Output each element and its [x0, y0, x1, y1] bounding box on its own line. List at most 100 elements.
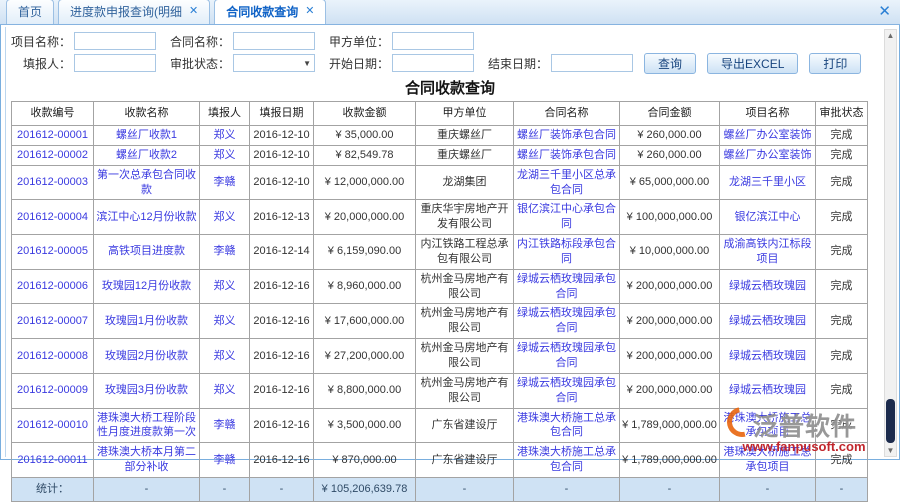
- cell-fill-date: 2016-12-10: [250, 165, 314, 200]
- cell-party-a: 杭州金马房地产有限公司: [416, 339, 514, 374]
- cell-receipt-amount: ¥ 12,000,000.00: [314, 165, 416, 200]
- export-excel-button[interactable]: 导出EXCEL: [707, 53, 798, 74]
- cell-filler[interactable]: 李赣: [200, 165, 250, 200]
- cell-filler[interactable]: 郑义: [200, 339, 250, 374]
- scroll-down-icon[interactable]: ▼: [885, 445, 896, 456]
- cell-contract-name[interactable]: 港珠澳大桥施工总承包合同: [514, 443, 620, 478]
- stats-cell-approval-status: -: [816, 477, 868, 501]
- cell-contract-name[interactable]: 港珠澳大桥施工总承包合同: [514, 408, 620, 443]
- end-date-label: 结束日期：: [488, 55, 548, 72]
- cell-contract-name[interactable]: 内江铁路标段承包合同: [514, 235, 620, 270]
- cell-receipt-name[interactable]: 第一次总承包合同收款: [94, 165, 200, 200]
- cell-contract-amount: ¥ 1,789,000,000.00: [620, 408, 720, 443]
- cell-project-name[interactable]: 绿城云栖玫瑰园: [720, 339, 816, 374]
- scrollbar-thumb[interactable]: [886, 399, 895, 443]
- approval-status-select[interactable]: ▼: [233, 54, 315, 72]
- cell-receipt-no[interactable]: 201612-00011: [12, 443, 94, 478]
- party-a-label: 甲方单位：: [329, 33, 389, 50]
- tab-close-icon[interactable]: ✕: [189, 6, 198, 17]
- cell-receipt-name[interactable]: 玫瑰园3月份收款: [94, 373, 200, 408]
- cell-filler[interactable]: 郑义: [200, 200, 250, 235]
- project-name-input[interactable]: [74, 32, 156, 50]
- cell-receipt-name[interactable]: 螺丝厂收款2: [94, 145, 200, 165]
- cell-receipt-name[interactable]: 螺丝厂收款1: [94, 126, 200, 146]
- cell-party-a: 广东省建设厅: [416, 443, 514, 478]
- cell-fill-date: 2016-12-10: [250, 145, 314, 165]
- cell-contract-name[interactable]: 绿城云栖玫瑰园承包合同: [514, 339, 620, 374]
- cell-approval-status: 完成: [816, 269, 868, 304]
- cell-contract-name[interactable]: 螺丝厂装饰承包合同: [514, 145, 620, 165]
- party-a-input[interactable]: [392, 32, 474, 50]
- table-row: 201612-00003第一次总承包合同收款李赣2016-12-10¥ 12,0…: [12, 165, 868, 200]
- cell-project-name[interactable]: 螺丝厂办公室装饰: [720, 126, 816, 146]
- cell-receipt-name[interactable]: 玫瑰园12月份收款: [94, 269, 200, 304]
- print-button[interactable]: 打印: [809, 53, 861, 74]
- cell-filler[interactable]: 郑义: [200, 304, 250, 339]
- close-icon[interactable]: ✕: [878, 4, 891, 19]
- cell-filler[interactable]: 李赣: [200, 235, 250, 270]
- tab-close-icon[interactable]: ✕: [305, 6, 314, 17]
- table-header-row: 收款编号收款名称填报人填报日期收款金额甲方单位合同名称合同金额项目名称审批状态: [12, 102, 868, 126]
- cell-project-name[interactable]: 龙湖三千里小区: [720, 165, 816, 200]
- cell-contract-amount: ¥ 260,000.00: [620, 126, 720, 146]
- cell-project-name[interactable]: 港珠澳大桥施工总承包项目: [720, 408, 816, 443]
- cell-party-a: 广东省建设厅: [416, 408, 514, 443]
- end-date-input[interactable]: [551, 54, 633, 72]
- vertical-scrollbar[interactable]: ▲ ▼: [884, 29, 897, 457]
- cell-fill-date: 2016-12-16: [250, 339, 314, 374]
- cell-filler[interactable]: 郑义: [200, 269, 250, 304]
- cell-project-name[interactable]: 银亿滨江中心: [720, 200, 816, 235]
- approval-status-label: 审批状态：: [170, 55, 230, 72]
- project-name-label: 项目名称：: [11, 33, 71, 50]
- cell-filler[interactable]: 李赣: [200, 408, 250, 443]
- cell-fill-date: 2016-12-13: [250, 200, 314, 235]
- cell-receipt-no[interactable]: 201612-00001: [12, 126, 94, 146]
- cell-receipt-no[interactable]: 201612-00009: [12, 373, 94, 408]
- cell-receipt-no[interactable]: 201612-00005: [12, 235, 94, 270]
- cell-filler[interactable]: 李赣: [200, 443, 250, 478]
- cell-receipt-name[interactable]: 港珠澳大桥本月第二部分补收: [94, 443, 200, 478]
- cell-project-name[interactable]: 绿城云栖玫瑰园: [720, 304, 816, 339]
- cell-receipt-no[interactable]: 201612-00007: [12, 304, 94, 339]
- cell-project-name[interactable]: 港珠澳大桥施工总承包项目: [720, 443, 816, 478]
- cell-receipt-name[interactable]: 港珠澳大桥工程阶段性月度进度款第一次: [94, 408, 200, 443]
- cell-receipt-no[interactable]: 201612-00010: [12, 408, 94, 443]
- scroll-up-icon[interactable]: ▲: [885, 30, 896, 41]
- cell-contract-name[interactable]: 螺丝厂装饰承包合同: [514, 126, 620, 146]
- cell-filler[interactable]: 郑义: [200, 126, 250, 146]
- cell-receipt-no[interactable]: 201612-00004: [12, 200, 94, 235]
- cell-receipt-name[interactable]: 玫瑰园2月份收款: [94, 339, 200, 374]
- cell-contract-name[interactable]: 绿城云栖玫瑰园承包合同: [514, 304, 620, 339]
- table-row: 201612-00004滨江中心12月份收款郑义2016-12-13¥ 20,0…: [12, 200, 868, 235]
- cell-filler[interactable]: 郑义: [200, 373, 250, 408]
- cell-receipt-name[interactable]: 玫瑰园1月份收款: [94, 304, 200, 339]
- cell-contract-name[interactable]: 银亿滨江中心承包合同: [514, 200, 620, 235]
- start-date-input[interactable]: [392, 54, 474, 72]
- cell-contract-name[interactable]: 龙湖三千里小区总承包合同: [514, 165, 620, 200]
- cell-receipt-no[interactable]: 201612-00003: [12, 165, 94, 200]
- cell-project-name[interactable]: 螺丝厂办公室装饰: [720, 145, 816, 165]
- cell-receipt-amount: ¥ 870,000.00: [314, 443, 416, 478]
- query-button[interactable]: 查询: [644, 53, 696, 74]
- cell-project-name[interactable]: 成渝高铁内江标段项目: [720, 235, 816, 270]
- cell-party-a: 重庆华宇房地产开发有限公司: [416, 200, 514, 235]
- cell-contract-amount: ¥ 200,000,000.00: [620, 339, 720, 374]
- tab-0[interactable]: 首页: [6, 0, 54, 24]
- tab-2[interactable]: 合同收款查询✕: [214, 0, 326, 24]
- cell-receipt-name[interactable]: 滨江中心12月份收款: [94, 200, 200, 235]
- tab-1[interactable]: 进度款申报查询(明细✕: [58, 0, 210, 24]
- contract-name-input[interactable]: [233, 32, 315, 50]
- cell-project-name[interactable]: 绿城云栖玫瑰园: [720, 373, 816, 408]
- filler-input[interactable]: [74, 54, 156, 72]
- cell-filler[interactable]: 郑义: [200, 145, 250, 165]
- cell-receipt-no[interactable]: 201612-00002: [12, 145, 94, 165]
- cell-contract-name[interactable]: 绿城云栖玫瑰园承包合同: [514, 269, 620, 304]
- cell-receipt-no[interactable]: 201612-00008: [12, 339, 94, 374]
- stats-cell-receipt-amount: ¥ 105,206,639.78: [314, 477, 416, 501]
- cell-receipt-no[interactable]: 201612-00006: [12, 269, 94, 304]
- column-header-project-name: 项目名称: [720, 102, 816, 126]
- cell-contract-name[interactable]: 绿城云栖玫瑰园承包合同: [514, 373, 620, 408]
- cell-project-name[interactable]: 绿城云栖玫瑰园: [720, 269, 816, 304]
- cell-receipt-name[interactable]: 高铁项目进度款: [94, 235, 200, 270]
- table-row: 201612-00001螺丝厂收款1郑义2016-12-10¥ 35,000.0…: [12, 126, 868, 146]
